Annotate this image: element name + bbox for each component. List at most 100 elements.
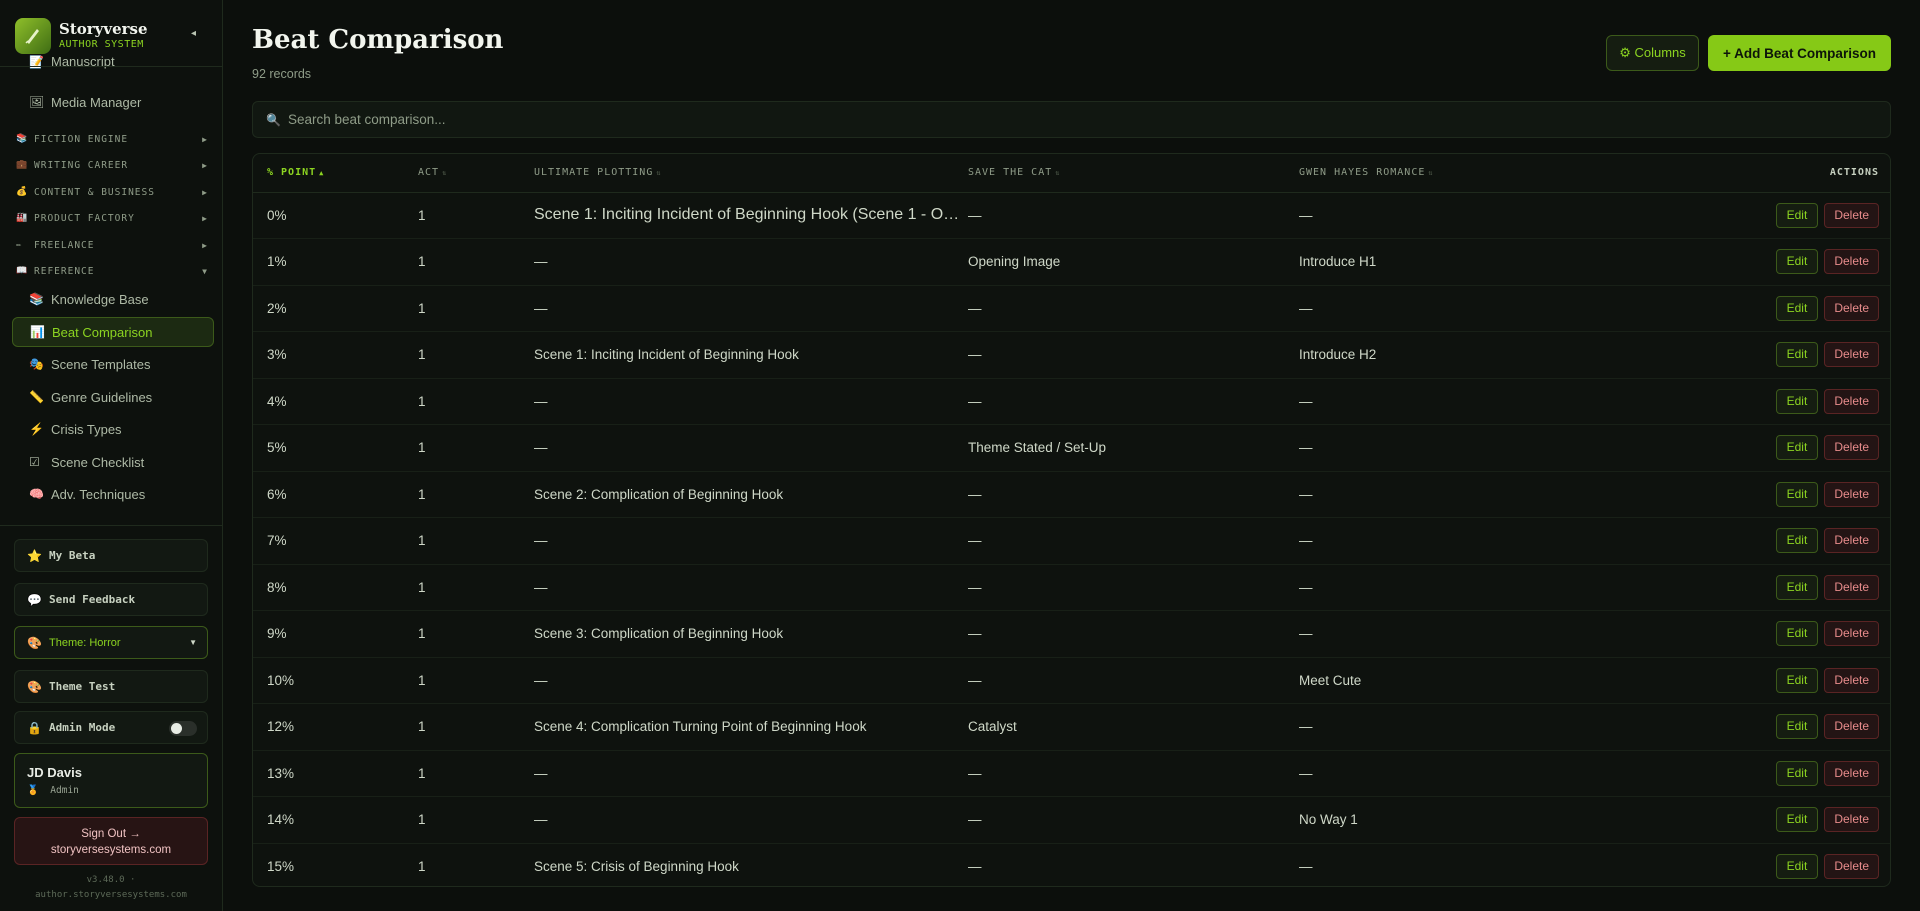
- edit-button[interactable]: Edit: [1775, 621, 1819, 647]
- sign-out-button[interactable]: Sign Out → storyversesystems.com: [14, 817, 208, 865]
- search-input[interactable]: [287, 112, 1788, 127]
- cell-ultimate-plotting: —: [534, 424, 968, 472]
- cell-save-the-cat: Opening Image: [968, 238, 1299, 286]
- user-role-label: Admin: [50, 785, 79, 796]
- cell-save-the-cat: —: [968, 750, 1299, 797]
- delete-button[interactable]: Delete: [1824, 202, 1879, 228]
- sidebar-item-scene-templates[interactable]: 🎭 Scene Templates: [12, 349, 214, 379]
- cell-act: 1: [418, 564, 534, 611]
- delete-button[interactable]: Delete: [1824, 528, 1879, 554]
- delete-button[interactable]: Delete: [1824, 714, 1879, 740]
- cell-act: 1: [418, 750, 534, 797]
- admin-mode-toggle[interactable]: [169, 721, 197, 736]
- nav-group-label: PRODUCT FACTORY: [34, 212, 135, 224]
- cell-act: 1: [418, 238, 534, 286]
- nav-group-fiction-engine[interactable]: 📚 FICTION ENGINE ▶: [16, 130, 208, 148]
- column-header-point[interactable]: % POINT ▲: [253, 154, 418, 193]
- edit-button[interactable]: Edit: [1775, 435, 1819, 461]
- collapse-sidebar-icon[interactable]: ◂: [191, 28, 196, 39]
- edit-button[interactable]: Edit: [1775, 342, 1819, 368]
- sidebar-item-beat-comparison[interactable]: 📊 Beat Comparison: [12, 317, 214, 347]
- edit-button[interactable]: Edit: [1775, 667, 1819, 693]
- cell-ultimate-plotting: Scene 1: Inciting Incident of Beginning …: [534, 331, 968, 379]
- nav-group-reference[interactable]: 📖 REFERENCE ▼: [16, 262, 208, 280]
- column-header-ultimate-plotting[interactable]: ULTIMATE PLOTTING ⇅: [534, 154, 968, 193]
- delete-button[interactable]: Delete: [1824, 621, 1879, 647]
- image-icon: 🖼: [29, 95, 45, 109]
- delete-button[interactable]: Delete: [1824, 249, 1879, 275]
- nav-group-writing-career[interactable]: 💼 WRITING CAREER ▶: [16, 156, 208, 174]
- table-row: 2% 1— — — Edit Delete: [253, 285, 1890, 332]
- edit-button[interactable]: Edit: [1775, 760, 1819, 786]
- theme-test-button[interactable]: 🎨 Theme Test: [14, 670, 208, 703]
- sidebar-item-crisis-types[interactable]: ⚡ Crisis Types: [12, 414, 214, 444]
- add-beat-comparison-button[interactable]: + Add Beat Comparison: [1708, 35, 1891, 71]
- cell-gwen-hayes-romance: —: [1299, 564, 1679, 611]
- delete-button[interactable]: Delete: [1824, 574, 1879, 600]
- delete-button[interactable]: Delete: [1824, 435, 1879, 461]
- delete-button[interactable]: Delete: [1824, 760, 1879, 786]
- books-icon: 📚: [16, 134, 29, 144]
- delete-button[interactable]: Delete: [1824, 481, 1879, 507]
- edit-button[interactable]: Edit: [1775, 714, 1819, 740]
- table-row: 13% 1— — — Edit Delete: [253, 750, 1890, 797]
- delete-button[interactable]: Delete: [1824, 388, 1879, 414]
- edit-button[interactable]: Edit: [1775, 854, 1819, 879]
- table-row: 10% 1— — Meet Cute Edit Delete: [253, 657, 1890, 704]
- edit-button[interactable]: Edit: [1775, 807, 1819, 833]
- sidebar-item-knowledge-base[interactable]: 📚 Knowledge Base: [12, 284, 214, 314]
- column-header-save-the-cat[interactable]: SAVE THE CAT ⇅: [968, 154, 1299, 193]
- nav-group-freelance[interactable]: ✏ FREELANCE ▶: [16, 236, 208, 254]
- send-feedback-button[interactable]: 💬 Send Feedback: [14, 583, 208, 616]
- edit-button[interactable]: Edit: [1775, 295, 1819, 321]
- sidebar-item-label: Crisis Types: [51, 421, 122, 437]
- edit-button[interactable]: Edit: [1775, 574, 1819, 600]
- sidebar-item-label: Genre Guidelines: [51, 389, 153, 405]
- open-book-icon: 📖: [16, 266, 29, 276]
- cell-actions: Edit Delete: [1679, 657, 1890, 704]
- sidebar-divider: [0, 525, 222, 526]
- columns-button[interactable]: ⚙ Columns: [1606, 35, 1699, 71]
- nav-group-product-factory[interactable]: 🏭 PRODUCT FACTORY ▶: [16, 209, 208, 227]
- delete-button[interactable]: Delete: [1824, 854, 1879, 879]
- sidebar-item-label: Scene Checklist: [51, 454, 145, 470]
- cell-gwen-hayes-romance: Introduce H1: [1299, 238, 1679, 286]
- cell-point: 3%: [253, 331, 418, 379]
- my-beta-button[interactable]: ⭐ My Beta: [14, 539, 208, 572]
- edit-button[interactable]: Edit: [1775, 202, 1819, 228]
- delete-button[interactable]: Delete: [1824, 807, 1879, 833]
- cell-point: 12%: [253, 703, 418, 751]
- chevron-right-icon: ▶: [202, 187, 208, 197]
- nav-group-content-business[interactable]: 💰 CONTENT & BUSINESS ▶: [16, 183, 208, 201]
- column-label: SAVE THE CAT: [968, 167, 1053, 179]
- sidebar-item-genre-guidelines[interactable]: 📏 Genre Guidelines: [12, 382, 214, 412]
- sidebar-item-adv-techniques[interactable]: 🧠 Adv. Techniques: [12, 479, 214, 509]
- sidebar-item-scene-checklist[interactable]: ☑ Scene Checklist: [12, 447, 214, 477]
- column-header-gwen-hayes-romance[interactable]: GWEN HAYES ROMANCE ⇅: [1299, 154, 1679, 193]
- send-feedback-label: Send Feedback: [49, 593, 136, 606]
- user-card[interactable]: JD Davis 🏅 Admin: [14, 753, 208, 808]
- cell-point: 1%: [253, 238, 418, 286]
- table-row: 8% 1— — — Edit Delete: [253, 564, 1890, 611]
- column-header-act[interactable]: ACT ⇅: [418, 154, 534, 193]
- cell-actions: Edit Delete: [1679, 471, 1890, 518]
- delete-button[interactable]: Delete: [1824, 667, 1879, 693]
- edit-button[interactable]: Edit: [1775, 528, 1819, 554]
- nav-group-label: REFERENCE: [34, 265, 95, 277]
- edit-button[interactable]: Edit: [1775, 481, 1819, 507]
- sort-icon: ⇅: [1428, 169, 1434, 178]
- table-body: 0% 1 Scene 1: Inciting Incident of Beginni…: [253, 192, 1890, 886]
- theme-select[interactable]: 🎨 Theme: Horror ▼: [14, 626, 208, 659]
- cell-actions: Edit Delete: [1679, 378, 1890, 425]
- cell-act: 1: [418, 796, 534, 844]
- delete-button[interactable]: Delete: [1824, 342, 1879, 368]
- edit-button[interactable]: Edit: [1775, 388, 1819, 414]
- delete-button[interactable]: Delete: [1824, 295, 1879, 321]
- edit-button[interactable]: Edit: [1775, 249, 1819, 275]
- cell-ultimate-plotting: —: [534, 750, 968, 797]
- brand[interactable]: Storyverse AUTHOR SYSTEM: [15, 18, 215, 54]
- table-row: 9% 1 Scene 3: Complication of Beginning Ho…: [253, 610, 1890, 658]
- cell-actions: Edit Delete: [1679, 517, 1890, 565]
- sidebar-item-media-manager[interactable]: 🖼 Media Manager: [12, 87, 214, 117]
- sign-out-label: Sign Out →: [81, 828, 141, 840]
